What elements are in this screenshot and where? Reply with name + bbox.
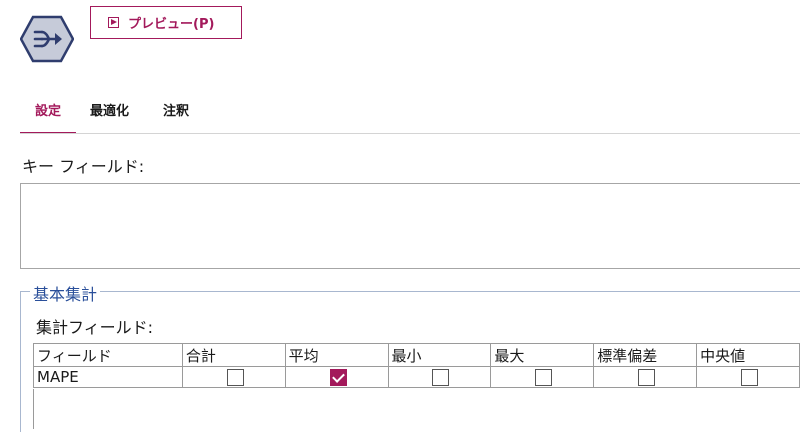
table-row[interactable]: MAPE <box>33 366 800 388</box>
table-header-row: フィールド 合計 平均 最小 最大 標準偏差 中央値 <box>33 343 800 367</box>
key-fields-list[interactable] <box>20 183 800 269</box>
tab-optimization[interactable]: 最適化 <box>90 96 129 132</box>
table-empty-area <box>33 389 800 429</box>
column-header-field[interactable]: フィールド <box>33 343 183 367</box>
median-checkbox[interactable] <box>741 368 759 386</box>
mean-checkbox[interactable] <box>329 368 347 386</box>
column-header-median[interactable]: 中央値 <box>696 343 800 367</box>
tab-bar: 設定 最適化 注釈 <box>20 96 800 134</box>
aggregate-fields-label: 集計フィールド: <box>36 318 154 337</box>
min-checkbox[interactable] <box>432 368 450 386</box>
key-fields-label: キー フィールド: <box>22 157 145 176</box>
column-header-max[interactable]: 最大 <box>490 343 595 367</box>
tab-annotations[interactable]: 注釈 <box>163 96 189 132</box>
tab-divider <box>20 133 800 134</box>
column-header-min[interactable]: 最小 <box>387 343 492 367</box>
basic-aggregates-title: 基本集計 <box>30 281 101 305</box>
play-icon <box>108 17 119 28</box>
column-header-sum[interactable]: 合計 <box>181 343 286 367</box>
stddev-checkbox[interactable] <box>638 368 656 386</box>
column-header-mean[interactable]: 平均 <box>284 343 389 367</box>
preview-button-label: プレビュー(P) <box>128 17 215 32</box>
preview-button[interactable]: プレビュー(P) <box>90 6 242 39</box>
aggregate-node-icon <box>20 15 74 63</box>
sum-checkbox[interactable] <box>226 368 244 386</box>
aggregate-fields-table: フィールド 合計 平均 最小 最大 標準偏差 中央値 MAPE <box>33 343 800 388</box>
field-name-cell: MAPE <box>33 366 183 388</box>
tab-settings[interactable]: 設定 <box>20 96 76 134</box>
max-checkbox[interactable] <box>535 368 553 386</box>
column-header-stddev[interactable]: 標準偏差 <box>593 343 698 367</box>
